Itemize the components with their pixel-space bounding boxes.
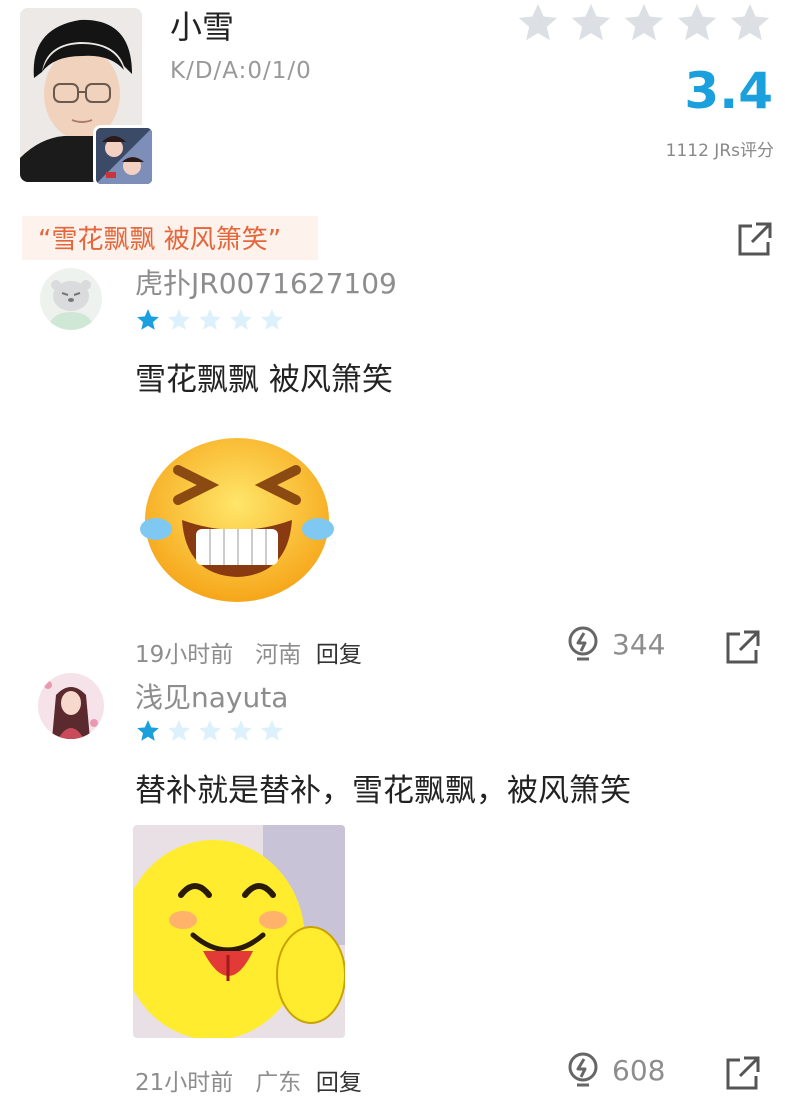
like-count: 344 [612,628,666,661]
comment-rating-stars [135,718,285,744]
comment-username[interactable]: 虎扑JR0071627109 [135,262,397,302]
player-name: 小雪 [170,8,235,46]
comment-time: 19小时前 [135,642,234,668]
comment-avatar[interactable] [40,268,102,330]
star-icon [730,3,770,41]
rating-stars[interactable] [515,0,773,46]
comment-text: 替补就是替补，雪花飘飘，被风箫笑 [135,773,631,809]
share-icon[interactable] [736,220,774,258]
rating-count: 1112 JRs评分 [665,141,774,161]
laughing-crying-emoji[interactable] [138,425,336,603]
share-icon[interactable] [724,628,762,666]
share-icon[interactable] [724,1054,762,1092]
comment-location: 广东 [255,1070,302,1096]
comment-username[interactable]: 浅见nayuta [135,676,288,716]
comment-time: 21小时前 [135,1070,234,1096]
reply-button[interactable]: 回复 [316,642,362,668]
star-icon [571,3,611,41]
star-icon [137,720,159,741]
star-icon [199,720,221,741]
comment-meta: 19小时前 河南 回复 [135,635,362,669]
player-score: 3.4 [684,62,773,120]
star-icon [137,309,159,330]
player-kda: K/D/A:0/1/0 [170,58,312,84]
star-icon [261,309,283,330]
reply-button[interactable]: 回复 [316,1070,362,1096]
star-icon [261,720,283,741]
star-icon [230,720,252,741]
star-icon [168,309,190,330]
comment-meta: 21小时前 广东 回复 [135,1063,362,1097]
comment-rating-stars [135,307,285,333]
star-icon [624,3,664,41]
star-icon [518,3,558,41]
lightbulb-like-icon[interactable] [563,1050,603,1090]
comment-avatar[interactable] [38,673,104,739]
tongue-emoji-image[interactable] [133,825,345,1038]
hot-comment-tag-text: “雪花飘飘 被风箫笑” [38,225,282,255]
like-count: 608 [612,1054,666,1087]
comment-location: 河南 [255,642,302,668]
star-icon [230,309,252,330]
hero-badge [93,125,155,187]
hot-comment-tag[interactable]: “雪花飘飘 被风箫笑” [22,216,318,260]
star-icon [199,309,221,330]
lightbulb-like-icon[interactable] [563,624,603,664]
comment-text: 雪花飘飘 被风箫笑 [135,362,393,398]
star-icon [168,720,190,741]
star-icon [677,3,717,41]
